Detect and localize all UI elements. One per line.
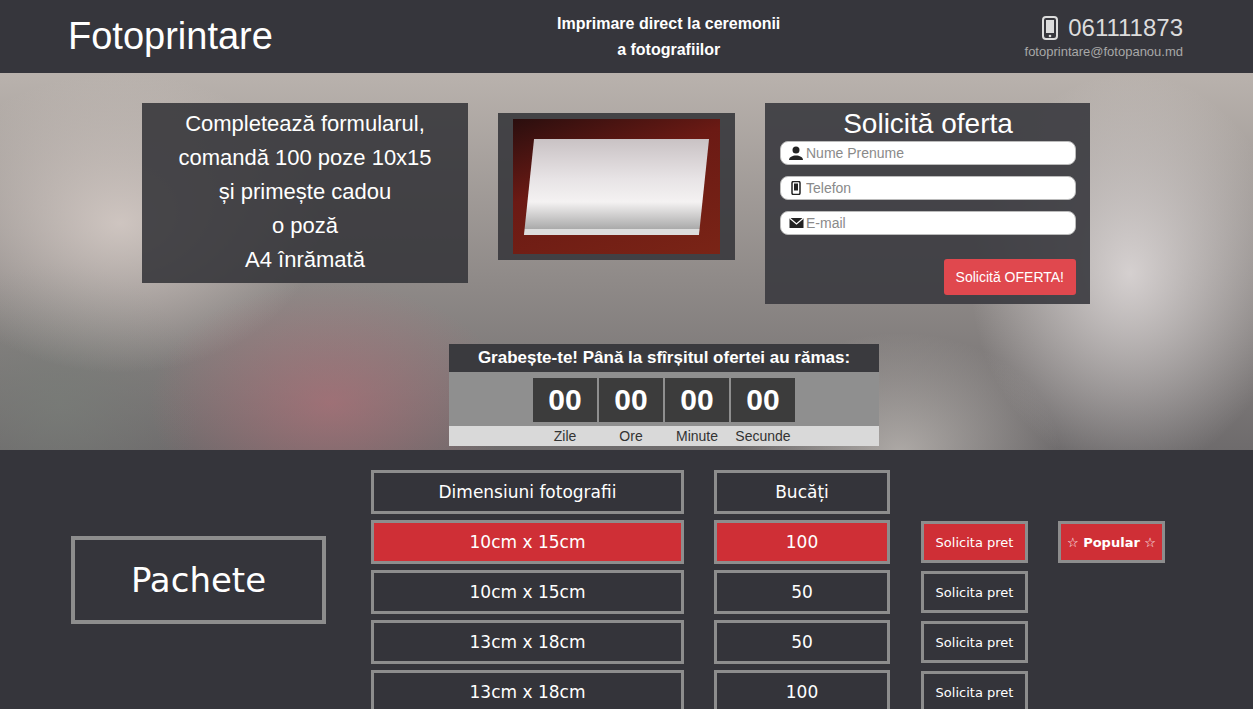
promo-line: o poză [150,209,460,243]
form-field [780,176,1076,200]
phone[interactable]: 061111873 [1042,14,1183,42]
form-actions: Solicită OFERTA! [780,259,1076,295]
countdown-title: Grabește-te! Până la sfîrșitul ofertei a… [449,344,879,372]
countdown-label: Secunde [731,426,795,446]
tagline-line: a fotografiilor [557,37,780,63]
contact: 061111873 fotoprintare@fotopanou.md [1025,14,1183,59]
table-header: Dimensiuni fotografii Bucăți [371,470,1165,514]
countdown-values: 00000000 [449,372,879,426]
package-row: 10cm x 15cm 50 Solicita pret [371,570,1165,614]
promo-line: A4 înrămată [150,243,460,277]
countdown-value: 00 [731,378,795,422]
countdown-value: 00 [665,378,729,422]
form-input[interactable] [780,141,1076,165]
tagline: Imprimare direct la ceremoniia fotografi… [557,11,780,63]
countdown-label: Zile [533,426,597,446]
tagline-line: Imprimare direct la ceremonii [557,11,780,37]
envelope-icon [789,216,804,230]
form-field [780,141,1076,165]
logo[interactable]: Fotoprintare [68,15,273,58]
request-price-button[interactable]: Solicita pret [921,521,1028,563]
size-cell: 10cm x 15cm [371,520,684,564]
mobile-phone-icon [789,181,803,195]
countdown-label: Ore [599,426,663,446]
packages: Pachete Dimensiuni fotografii Bucăți 10cm x… [0,450,1253,709]
form-input[interactable] [780,211,1076,235]
request-price-button[interactable]: Solicita pret [921,571,1028,613]
packages-table: Dimensiuni fotografiiBucăți10cm x 15cm10… [371,450,1165,709]
album-shape [524,139,709,235]
quantity-cell: 100 [714,520,890,564]
countdown: Grabește-te! Până la sfîrșitul ofertei a… [449,344,879,446]
form-field [780,211,1076,235]
countdown-value: 00 [599,378,663,422]
user-icon [789,146,803,160]
email[interactable]: fotoprintare@fotopanou.md [1025,44,1183,59]
promo-line: Completează formularul, [150,107,460,141]
hero: Completează formularul,comandă 100 poze … [0,73,1253,450]
photo-image [513,119,720,254]
column-header: Bucăți [714,470,890,514]
request-price-button[interactable]: Solicita pret [921,671,1028,709]
hero-row: Completează formularul,comandă 100 poze … [0,103,1253,304]
size-cell: 13cm x 18cm [371,620,684,664]
request-price-button[interactable]: Solicita pret [921,621,1028,663]
promo-line: comandă 100 poze 10x15 [150,141,460,175]
countdown-label: Minute [665,426,729,446]
size-cell: 10cm x 15cm [371,570,684,614]
promo-panel: Completează formularul,comandă 100 poze … [142,103,468,283]
countdown-value: 00 [533,378,597,422]
size-cell: 13cm x 18cm [371,670,684,709]
column-header: Dimensiuni fotografii [371,470,684,514]
page: Fotoprintare Imprimare direct la ceremoni… [0,0,1253,709]
form-title: Solicită oferta [780,107,1076,141]
phone-number: 061111873 [1068,14,1183,42]
request-offer-button[interactable]: Solicită OFERTA! [944,259,1076,295]
header: Fotoprintare Imprimare direct la ceremoni… [0,0,1253,73]
package-row: 13cm x 18cm 50 Solicita pret [371,620,1165,664]
quantity-cell: 50 [714,570,890,614]
packages-title: Pachete [71,536,326,624]
offer-form: Solicită oferta Solicită OFERTA! [765,103,1090,304]
album-photo [498,113,735,260]
mobile-phone-icon [1042,16,1058,40]
popular-badge: ☆ Popular ☆ [1058,521,1165,563]
form-input[interactable] [780,176,1076,200]
countdown-labels: ZileOreMinuteSecunde [449,426,879,446]
quantity-cell: 50 [714,620,890,664]
quantity-cell: 100 [714,670,890,709]
package-row: 13cm x 18cm 100 Solicita pret [371,670,1165,709]
package-row: 10cm x 15cm 100 Solicita pret ☆ Popular ☆ [371,520,1165,564]
promo-line: și primește cadou [150,175,460,209]
